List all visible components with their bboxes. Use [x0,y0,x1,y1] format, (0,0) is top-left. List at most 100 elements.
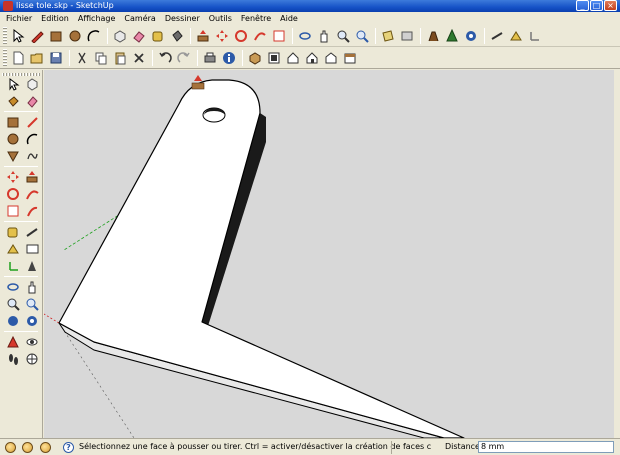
eraser-icon[interactable] [24,93,40,109]
status-divider [391,441,392,454]
pan-icon[interactable] [315,27,333,45]
rotate-icon[interactable] [232,27,250,45]
push-pull-icon[interactable] [194,27,212,45]
eraser-icon[interactable] [130,27,148,45]
move-icon[interactable] [5,169,21,185]
model-canvas[interactable] [44,70,614,438]
menu-outils[interactable]: Outils [209,12,232,25]
axes-icon[interactable] [526,27,544,45]
dimension-icon[interactable] [24,224,40,240]
menu-camera[interactable]: Caméra [124,12,155,25]
cut-icon[interactable] [73,49,91,67]
circle-icon[interactable] [66,27,84,45]
position-camera-icon[interactable] [5,334,21,350]
previous-view-icon[interactable] [5,313,21,329]
copy-icon[interactable] [92,49,110,67]
make-component-icon[interactable] [24,76,40,92]
move-icon[interactable] [213,27,231,45]
open-icon[interactable] [28,49,46,67]
select-icon[interactable] [5,76,21,92]
arc-icon[interactable] [85,27,103,45]
select-icon[interactable] [9,27,27,45]
zoom-extents-icon[interactable] [24,313,40,329]
paint-bucket-icon[interactable] [168,27,186,45]
offset-icon[interactable] [24,203,40,219]
pencil-icon[interactable] [28,27,46,45]
menu-aide[interactable]: Aide [280,12,298,25]
toolbar-grip[interactable] [3,48,7,67]
credits-icon[interactable] [22,442,33,453]
toolbar-separator [197,49,198,66]
measurements-field[interactable]: 8 mm [478,441,614,453]
arc-icon[interactable] [24,131,40,147]
3d-text-icon[interactable] [24,258,40,274]
scale-icon[interactable] [270,27,288,45]
3d-text-icon[interactable] [398,27,416,45]
line-icon[interactable] [24,114,40,130]
zoom-window-icon[interactable] [24,296,40,312]
tape-measure-icon[interactable] [149,27,167,45]
orbit-icon[interactable] [296,27,314,45]
geo-location-icon[interactable] [5,442,16,453]
user-icon[interactable] [40,442,51,453]
iso-view-icon[interactable] [246,49,264,67]
model-info-icon[interactable] [220,49,238,67]
toolbar-separator [375,27,376,44]
paint-bucket-icon[interactable] [5,93,21,109]
menu-fenetre[interactable]: Fenêtre [241,12,271,25]
freehand-icon[interactable] [24,148,40,164]
orbit-icon[interactable] [5,279,21,295]
menu-edition[interactable]: Edition [41,12,69,25]
follow-me-icon[interactable] [24,186,40,202]
undo-icon[interactable] [156,49,174,67]
look-around-icon[interactable] [462,27,480,45]
minimize-button[interactable]: _ [576,0,589,11]
look-around-icon[interactable] [24,334,40,350]
rectangle-icon[interactable] [47,27,65,45]
section-plane-icon[interactable] [24,351,40,367]
walk-icon[interactable] [5,351,21,367]
zoom-icon[interactable] [5,296,21,312]
push-pull-icon[interactable] [24,169,40,185]
front-view-icon[interactable] [284,49,302,67]
menu-fichier[interactable]: Fichier [6,12,32,25]
text-icon[interactable] [24,241,40,257]
pan-icon[interactable] [24,279,40,295]
drawing-viewport[interactable] [44,70,614,438]
protractor-icon[interactable] [507,27,525,45]
menu-affichage[interactable]: Affichage [78,12,116,25]
close-button[interactable]: × [604,0,617,11]
print-icon[interactable] [201,49,219,67]
right-view-icon[interactable] [303,49,321,67]
protractor-icon[interactable] [5,241,21,257]
polygon-icon[interactable] [5,148,21,164]
rectangle-icon[interactable] [5,114,21,130]
rotate-icon[interactable] [5,186,21,202]
axes-icon[interactable] [5,258,21,274]
back-view-icon[interactable] [322,49,340,67]
menu-dessiner[interactable]: Dessiner [165,12,200,25]
zoom-extents-icon[interactable] [353,27,371,45]
left-view-icon[interactable] [341,49,359,67]
dimension-icon[interactable] [488,27,506,45]
tape-measure-icon[interactable] [5,224,21,240]
toolbar-separator [420,27,421,44]
position-camera-icon[interactable] [443,27,461,45]
follow-me-icon[interactable] [251,27,269,45]
paste-icon[interactable] [111,49,129,67]
menu-bar: Fichier Edition Affichage Caméra Dessine… [0,12,620,25]
help-icon[interactable]: ? [63,442,74,453]
scale-icon[interactable] [5,203,21,219]
top-view-icon[interactable] [265,49,283,67]
section-plane-icon[interactable] [379,27,397,45]
zoom-icon[interactable] [334,27,352,45]
maximize-button[interactable]: □ [590,0,603,11]
redo-icon[interactable] [175,49,193,67]
make-component-icon[interactable] [111,27,129,45]
toolbar-grip[interactable] [3,26,7,45]
walk-icon[interactable] [424,27,442,45]
save-icon[interactable] [47,49,65,67]
new-icon[interactable] [9,49,27,67]
circle-icon[interactable] [5,131,21,147]
delete-icon[interactable] [130,49,148,67]
